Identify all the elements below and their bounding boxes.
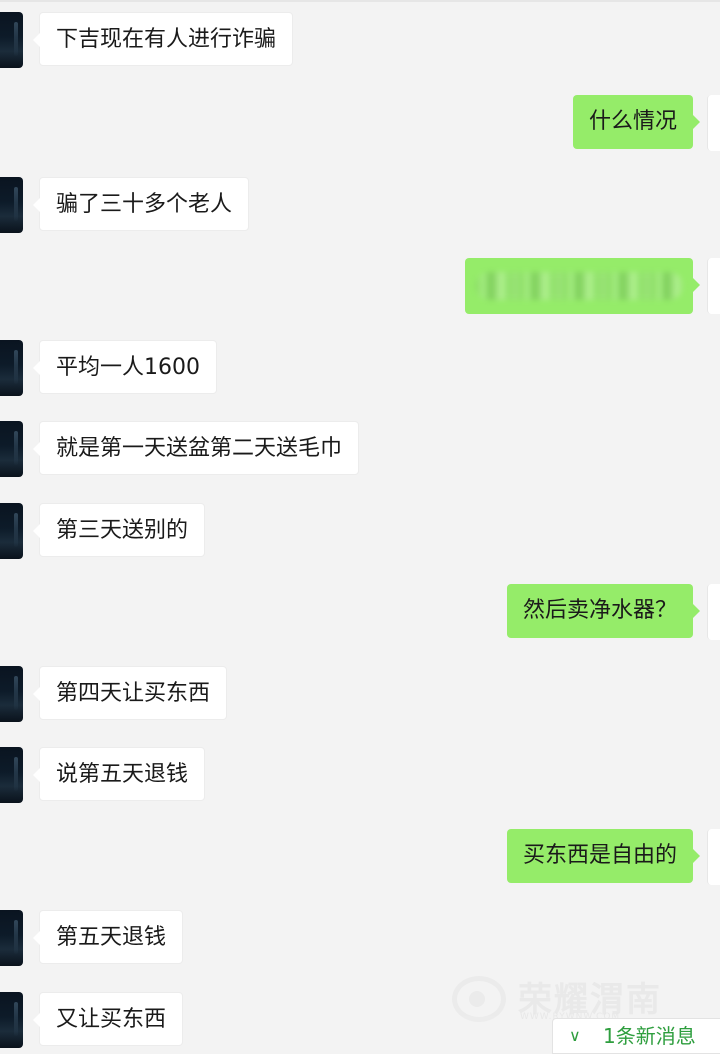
message-row-incoming: 第五天退钱 [0, 910, 720, 966]
contact-avatar[interactable] [0, 992, 23, 1048]
message-row-outgoing [0, 258, 720, 314]
blurred-content [475, 272, 683, 300]
message-bubble-outgoing[interactable]: 什么情况 [572, 95, 701, 149]
message-bubble-incoming[interactable]: 骗了三十多个老人 [32, 177, 250, 231]
message-row-outgoing: 什么情况 [0, 95, 720, 151]
double-chevron-down-icon: ∨ [569, 1026, 581, 1045]
message-bubble-outgoing-blurred[interactable] [465, 258, 700, 314]
message-row-incoming: 下吉现在有人进行诈骗 [0, 12, 720, 68]
self-avatar[interactable] [707, 584, 720, 640]
message-bubble-incoming[interactable]: 下吉现在有人进行诈骗 [32, 12, 294, 66]
contact-avatar[interactable] [0, 12, 23, 68]
contact-avatar[interactable] [0, 910, 23, 966]
self-avatar[interactable] [707, 258, 720, 314]
self-avatar[interactable] [707, 829, 720, 885]
contact-avatar[interactable] [0, 666, 23, 722]
message-bubble-incoming[interactable]: 第四天让买东西 [32, 666, 228, 720]
message-row-outgoing: 买东西是自由的 [0, 829, 720, 885]
new-message-button[interactable]: ∨ 1条新消息 [552, 1018, 720, 1054]
message-bubble-incoming[interactable]: 平均一人1600 [33, 340, 217, 394]
message-bubble-outgoing[interactable]: 然后卖净水器？ [506, 584, 701, 638]
contact-avatar[interactable] [0, 421, 23, 477]
message-row-incoming: 第四天让买东西 [0, 666, 720, 722]
self-avatar[interactable] [707, 95, 720, 151]
top-border [0, 0, 720, 2]
contact-avatar[interactable] [0, 503, 23, 559]
message-bubble-outgoing[interactable]: 买东西是自由的 [506, 829, 701, 883]
message-row-incoming: 骗了三十多个老人 [0, 177, 720, 233]
message-bubble-incoming[interactable]: 说第五天退钱 [32, 747, 206, 801]
message-bubble-incoming[interactable]: 第五天退钱 [32, 910, 184, 964]
message-row-incoming: 说第五天退钱 [0, 747, 720, 803]
contact-avatar[interactable] [0, 340, 23, 396]
message-row-outgoing: 然后卖净水器？ [0, 584, 720, 640]
message-row-incoming: 就是第一天送盆第二天送毛巾 [0, 421, 720, 477]
contact-avatar[interactable] [0, 747, 23, 803]
message-bubble-incoming[interactable]: 就是第一天送盆第二天送毛巾 [32, 421, 360, 475]
message-row-incoming: 平均一人1600 [0, 340, 720, 396]
message-bubble-incoming[interactable]: 又让买东西 [32, 992, 184, 1046]
contact-avatar[interactable] [0, 177, 23, 233]
new-message-label: 1条新消息 [603, 1024, 696, 1048]
message-bubble-incoming[interactable]: 第三天送别的 [32, 503, 206, 557]
message-row-incoming: 第三天送别的 [0, 503, 720, 559]
